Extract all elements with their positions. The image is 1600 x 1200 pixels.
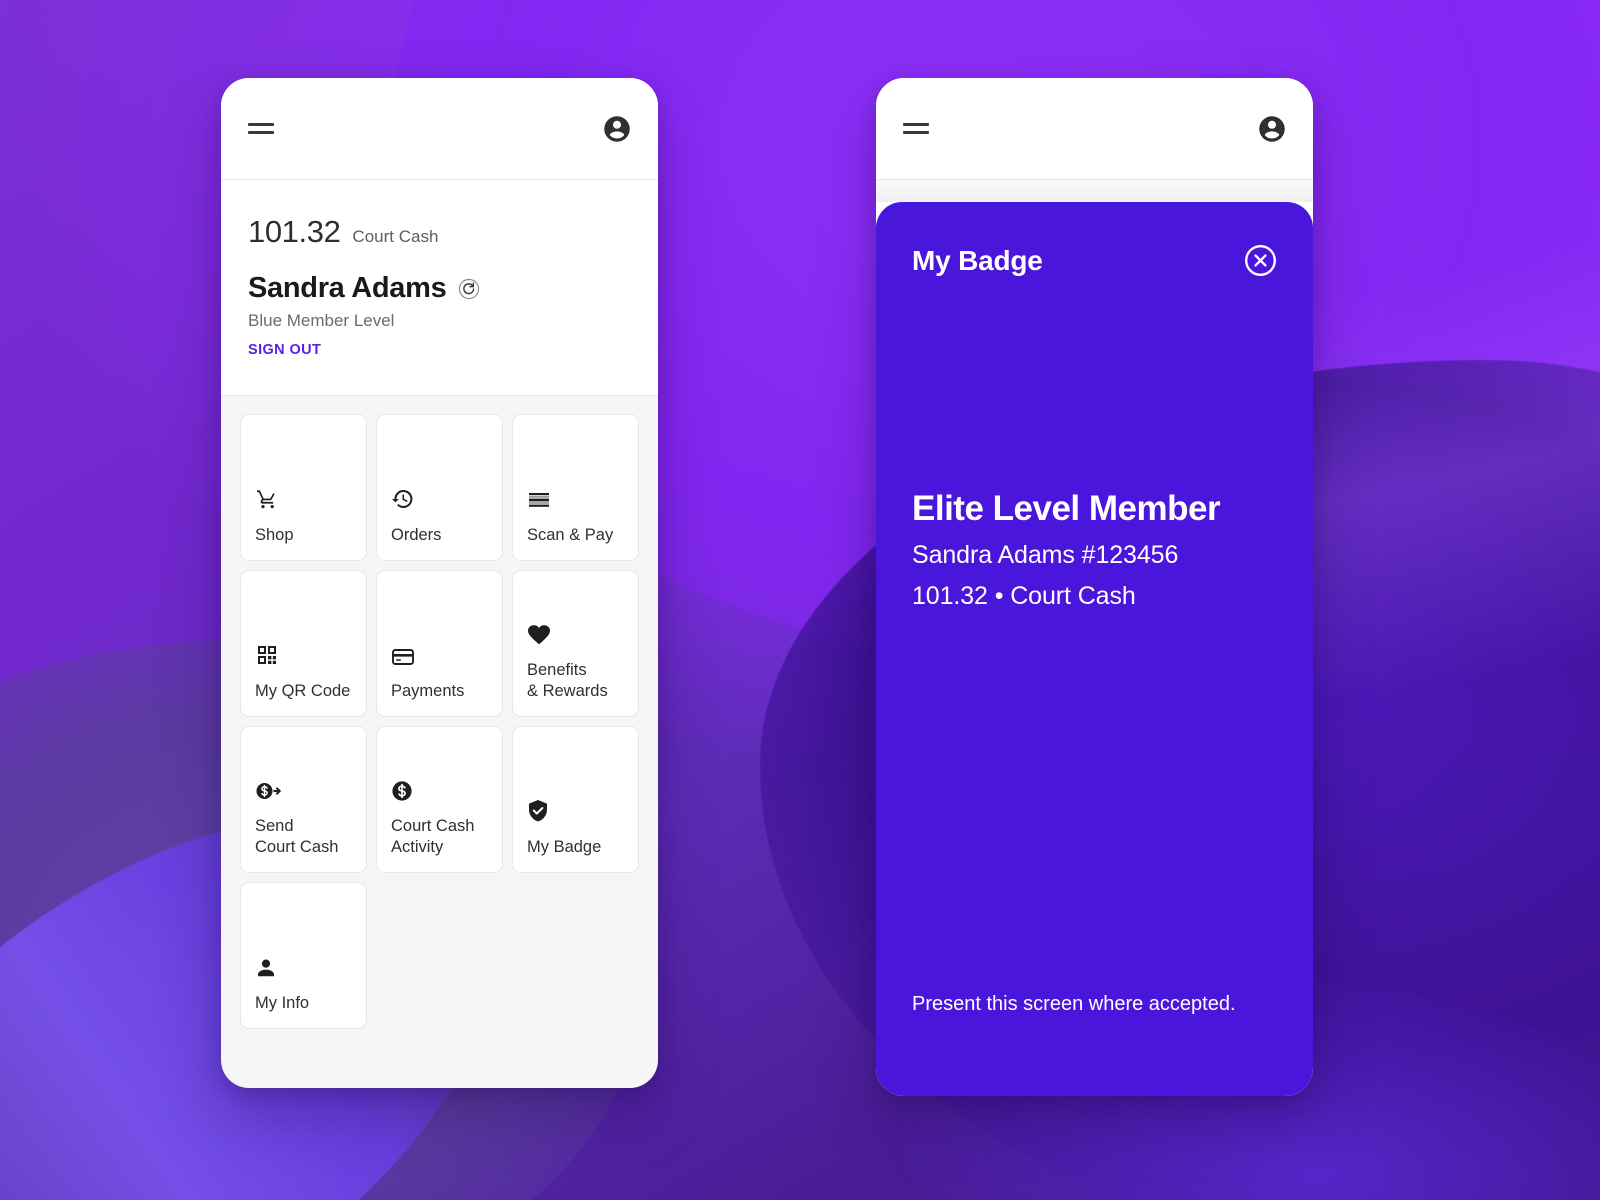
tile-label: Scan & Pay [527, 526, 614, 545]
account-circle-icon[interactable] [1257, 114, 1287, 144]
tile-my-info[interactable]: My Info [240, 882, 367, 1029]
hamburger-icon[interactable] [248, 119, 276, 139]
tile-court-cash-activity[interactable]: Court Cash Activity [376, 726, 503, 873]
badge-header: My Badge [912, 244, 1277, 277]
qr-code-icon [255, 641, 352, 667]
tile-label: Benefits & Rewards [527, 661, 608, 701]
refresh-icon[interactable] [458, 278, 480, 300]
hamburger-icon[interactable] [903, 119, 931, 139]
tile-label: Orders [391, 526, 442, 545]
hamburger-bar [248, 131, 274, 134]
member-name: Sandra Adams [248, 272, 447, 304]
badge-balance-line: 101.32 • Court Cash [912, 582, 1136, 610]
tile-label: Payments [391, 682, 465, 701]
overlay-backdrop-strip [876, 180, 1313, 202]
hamburger-bar [903, 131, 929, 134]
sign-out-link[interactable]: SIGN OUT [248, 342, 321, 358]
shield-check-icon [527, 797, 624, 823]
tile-benefits-and-rewards[interactable]: Benefits & Rewards [512, 570, 639, 717]
badge-title: My Badge [912, 244, 1043, 276]
close-circle-icon[interactable] [1244, 244, 1277, 277]
tile-my-badge[interactable]: My Badge [512, 726, 639, 873]
heart-icon [527, 620, 624, 646]
shopping-cart-icon [255, 485, 352, 511]
member-name-row: Sandra Adams [248, 272, 631, 305]
badge-footer-note: Present this screen where accepted. [912, 993, 1236, 1015]
tile-label: My Badge [527, 838, 602, 857]
quick-action-grid: Shop Orders Scan & Pay My QR Code Paymen… [221, 396, 658, 1047]
tile-label: Send Court Cash [255, 817, 339, 857]
app-bar-right [876, 78, 1313, 180]
hamburger-bar [903, 123, 929, 126]
member-level: Blue Member Level [248, 311, 395, 330]
person-icon [255, 953, 352, 979]
credit-card-icon [391, 641, 488, 667]
tile-my-qr-code[interactable]: My QR Code [240, 570, 367, 717]
tile-label: Shop [255, 526, 294, 545]
app-bar-left [221, 78, 658, 180]
balance-amount: 101.32 [248, 214, 341, 249]
balance-row: 101.32 Court Cash [248, 214, 631, 250]
tile-label: My QR Code [255, 682, 351, 701]
tile-shop[interactable]: Shop [240, 414, 367, 561]
badge-member-name-id: Sandra Adams #123456 [912, 541, 1179, 569]
balance-label: Court Cash [352, 227, 439, 246]
send-money-icon [255, 776, 352, 802]
tile-label: Court Cash Activity [391, 817, 475, 857]
dollar-coin-icon [391, 776, 488, 802]
phone-screen-account: 101.32 Court Cash Sandra Adams Blue Memb… [221, 78, 658, 1088]
phone-screen-badge: My Badge Elite Level Member Sandra Adams… [876, 78, 1313, 1096]
tile-scan-and-pay[interactable]: Scan & Pay [512, 414, 639, 561]
tile-orders[interactable]: Orders [376, 414, 503, 561]
tile-payments[interactable]: Payments [376, 570, 503, 717]
my-badge-panel: My Badge Elite Level Member Sandra Adams… [876, 202, 1313, 1096]
badge-member-level: Elite Level Member [912, 489, 1221, 528]
history-clock-icon [391, 485, 488, 511]
badge-details: Elite Level Member Sandra Adams #123456 … [912, 489, 1277, 611]
barcode-icon [527, 485, 624, 511]
tile-send-court-cash[interactable]: Send Court Cash [240, 726, 367, 873]
hamburger-bar [248, 123, 274, 126]
account-circle-icon[interactable] [602, 114, 632, 144]
account-summary: 101.32 Court Cash Sandra Adams Blue Memb… [221, 180, 658, 396]
tile-label: My Info [255, 994, 310, 1013]
